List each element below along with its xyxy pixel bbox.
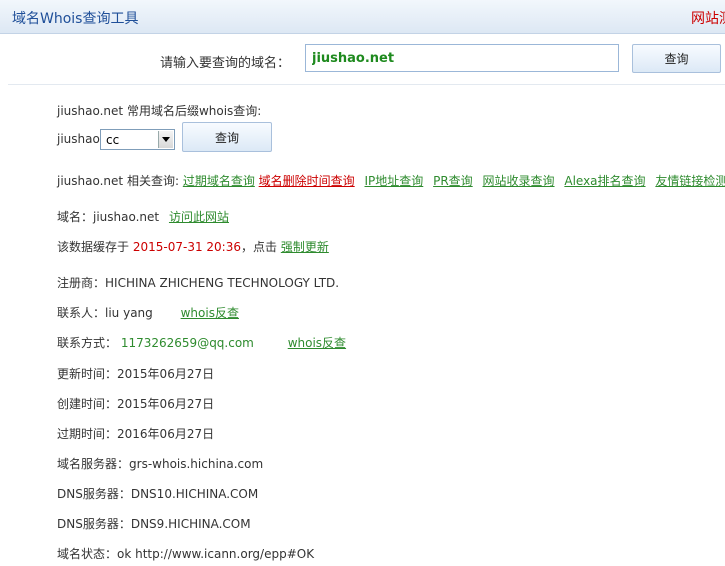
cache-timestamp: 2015-07-31 20:36 bbox=[132, 240, 241, 254]
whois-server-label: 域名服务器： bbox=[57, 457, 130, 471]
search-button[interactable]: 查询 bbox=[632, 44, 721, 73]
email-whois-reverse-link[interactable]: whois反查 bbox=[288, 336, 346, 350]
expires-value: 2016年06月27日 bbox=[117, 427, 215, 441]
updated-row: 更新时间：2015年06月27日 bbox=[57, 365, 214, 382]
related-link-expired-domain[interactable]: 过期域名查询 bbox=[183, 174, 255, 188]
force-refresh-link[interactable]: 强制更新 bbox=[281, 240, 329, 254]
contact-row: 联系人：liu yang whois反查 bbox=[57, 304, 239, 321]
contact-value: liu yang bbox=[105, 306, 153, 320]
contact-method-row: 联系方式： 1173262659@qq.com whois反查 bbox=[57, 334, 346, 351]
suffix-heading: jiushao.net 常用域名后缀whois查询: bbox=[57, 104, 262, 118]
header-right-link[interactable]: 网站测 bbox=[691, 8, 725, 28]
whois-server-row: 域名服务器：grs-whois.hichina.com bbox=[57, 455, 263, 472]
page-title: 域名Whois查询工具 bbox=[12, 11, 139, 27]
related-link-friend-links[interactable]: 友情链接检测 bbox=[655, 174, 725, 188]
created-value: 2015年06月27日 bbox=[117, 397, 215, 411]
related-link-index[interactable]: 网站收录查询 bbox=[483, 174, 555, 188]
expires-label: 过期时间： bbox=[57, 427, 118, 441]
registrar-value: HICHINA ZHICHENG TECHNOLOGY LTD. bbox=[105, 276, 340, 290]
expires-row: 过期时间：2016年06月27日 bbox=[57, 425, 214, 442]
related-link-ip[interactable]: IP地址查询 bbox=[365, 174, 424, 188]
dns1-label: DNS服务器： bbox=[57, 487, 131, 501]
status-row: 域名状态：ok http://www.icann.org/epp#OK bbox=[57, 545, 314, 562]
chevron-down-icon[interactable] bbox=[158, 131, 173, 148]
visit-site-link[interactable]: 访问此网站 bbox=[169, 210, 229, 224]
title-bar: 域名Whois查询工具 网站测 bbox=[0, 0, 725, 34]
status-value: ok http://www.icann.org/epp#OK bbox=[117, 547, 315, 561]
suffix-query-button[interactable]: 查询 bbox=[182, 122, 272, 152]
domain-label: 域名：jiushao.net bbox=[57, 210, 160, 224]
domain-search-input[interactable] bbox=[305, 44, 619, 72]
related-link-pr[interactable]: PR查询 bbox=[433, 174, 473, 188]
divider bbox=[8, 84, 725, 85]
status-label: 域名状态： bbox=[57, 547, 118, 561]
cache-line: 该数据缓存于 2015-07-31 20:36，点击 强制更新 bbox=[57, 238, 329, 255]
related-label: jiushao.net 相关查询: bbox=[57, 174, 179, 188]
contact-whois-reverse-link[interactable]: whois反查 bbox=[181, 306, 239, 320]
dns2-row: DNS服务器：DNS9.HICHINA.COM bbox=[57, 515, 251, 532]
updated-label: 更新时间： bbox=[57, 367, 118, 381]
whois-server-value: grs-whois.hichina.com bbox=[129, 457, 264, 471]
created-row: 创建时间：2015年06月27日 bbox=[57, 395, 214, 412]
domain-line: 域名：jiushao.net 访问此网站 bbox=[57, 208, 229, 225]
related-link-domain-delete-time[interactable]: 域名删除时间查询 bbox=[259, 174, 355, 188]
created-label: 创建时间： bbox=[57, 397, 118, 411]
dns2-value: DNS9.HICHINA.COM bbox=[130, 517, 251, 531]
contact-label: 联系人： bbox=[57, 306, 106, 320]
contact-method-label: 联系方式： bbox=[57, 336, 118, 350]
suffix-prefix: jiushao. bbox=[57, 132, 104, 146]
contact-method-value: 1173262659@qq.com bbox=[120, 336, 254, 350]
suffix-select-value: cc bbox=[106, 133, 120, 147]
related-queries: jiushao.net 相关查询: 过期域名查询 域名删除时间查询 IP地址查询… bbox=[57, 172, 725, 189]
dns1-row: DNS服务器：DNS10.HICHINA.COM bbox=[57, 485, 258, 502]
registrar-label: 注册商： bbox=[57, 276, 106, 290]
dns1-value: DNS10.HICHINA.COM bbox=[130, 487, 259, 501]
registrar-row: 注册商：HICHINA ZHICHENG TECHNOLOGY LTD. bbox=[57, 274, 339, 291]
cache-middle: ，点击 bbox=[240, 240, 277, 254]
dns2-label: DNS服务器： bbox=[57, 517, 131, 531]
suffix-select[interactable]: cc bbox=[100, 129, 175, 150]
search-label: 请输入要查询的域名： bbox=[160, 56, 291, 71]
updated-value: 2015年06月27日 bbox=[117, 367, 215, 381]
cache-prefix: 该数据缓存于 bbox=[57, 240, 130, 254]
related-link-alexa[interactable]: Alexa排名查询 bbox=[564, 174, 645, 188]
